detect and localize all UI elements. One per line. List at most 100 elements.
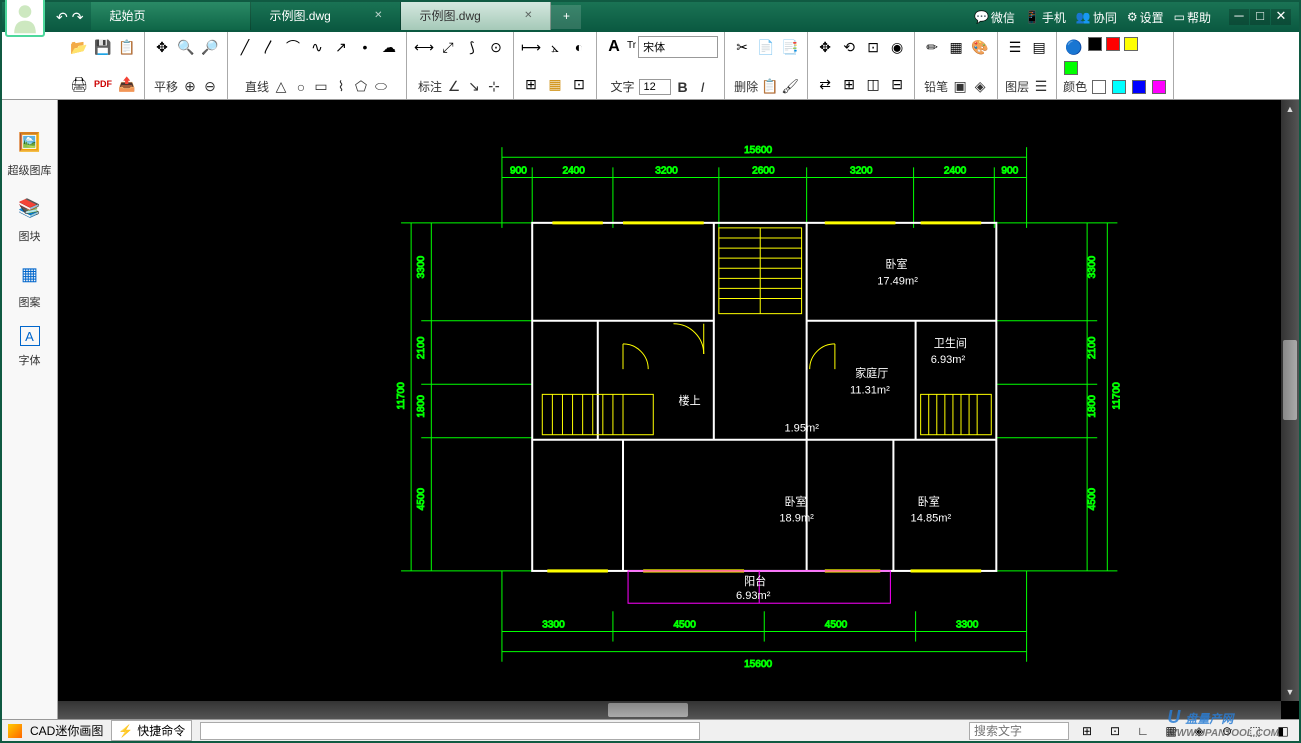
layers-icon[interactable]: ▤ [1028, 36, 1050, 58]
hscrollbar[interactable] [58, 701, 1281, 719]
maximize-button[interactable]: □ [1250, 9, 1270, 25]
stat-icon[interactable]: ⊞ [1077, 724, 1097, 738]
continue-icon[interactable]: ⊞ [520, 73, 542, 95]
zoom-out-icon[interactable]: 🔍 [175, 36, 197, 58]
wechat-link[interactable]: 💬微信 [974, 9, 1015, 26]
help-link[interactable]: ▭帮助 [1174, 9, 1211, 26]
linetype-icon[interactable]: ☰ [1033, 79, 1049, 95]
font-icon[interactable]: A [20, 326, 40, 346]
dim-leader-icon[interactable]: ↘ [466, 79, 482, 95]
swatch[interactable] [1064, 61, 1078, 75]
collab-link[interactable]: 👥协同 [1076, 9, 1117, 26]
swatch[interactable] [1112, 80, 1126, 94]
polyline2-icon[interactable]: ⌇ [333, 79, 349, 95]
dim-coord-icon[interactable]: ⊹ [486, 79, 502, 95]
minimize-button[interactable]: ─ [1229, 9, 1249, 25]
swatch[interactable] [1092, 80, 1106, 94]
mobile-link[interactable]: 📱手机 [1025, 9, 1066, 26]
swatch[interactable] [1124, 37, 1138, 51]
close-icon[interactable]: ✕ [524, 2, 532, 30]
rev-icon[interactable]: ☁ [378, 36, 400, 58]
new-tab-button[interactable]: + [551, 5, 581, 29]
tab-file-2[interactable]: 示例图.dwg✕ [401, 2, 551, 30]
pencil-icon[interactable]: ✏ [921, 36, 943, 58]
triangle-icon[interactable]: △ [273, 79, 289, 95]
zoom-area-icon[interactable]: ⊕ [182, 79, 198, 95]
settings-link[interactable]: ⚙设置 [1127, 9, 1164, 26]
swatch[interactable] [1088, 37, 1102, 51]
font-size-select[interactable] [639, 79, 671, 95]
line-icon[interactable]: ╱ [234, 36, 256, 58]
boundary-icon[interactable]: ◈ [972, 79, 988, 95]
close-icon[interactable]: ✕ [374, 2, 382, 30]
spline-icon[interactable]: ∿ [306, 36, 328, 58]
hatch-icon[interactable]: ▦ [945, 36, 967, 58]
polyline-icon[interactable]: 〳 [258, 36, 280, 58]
extend-icon[interactable]: ⊟ [886, 73, 908, 95]
ellipse-icon[interactable]: ⬭ [373, 79, 389, 95]
italic-button[interactable]: I [695, 79, 711, 95]
angle-dim-icon[interactable]: ⦛ [544, 36, 566, 58]
copy-icon[interactable]: 📑 [779, 36, 801, 58]
text-icon[interactable]: A [603, 36, 625, 58]
saveas-icon[interactable]: 📋 [116, 36, 138, 58]
dim-angle-icon[interactable]: ∠ [446, 79, 462, 95]
dot-icon[interactable]: • [354, 36, 376, 58]
pan-icon[interactable]: ✥ [151, 36, 173, 58]
close-button[interactable]: ✕ [1271, 9, 1291, 25]
pattern-icon[interactable]: ▦ [16, 260, 44, 288]
linear-dim-icon[interactable]: ⟼ [520, 36, 542, 58]
move-icon[interactable]: ✥ [814, 36, 836, 58]
export-icon[interactable]: 📤 [116, 73, 138, 95]
cut-icon[interactable]: 📄 [755, 36, 777, 58]
rect-icon[interactable]: ▭ [313, 79, 329, 95]
arc-icon[interactable]: ⌒ [282, 36, 304, 58]
ray-icon[interactable]: ↗ [330, 36, 352, 58]
layer-icon[interactable]: ☰ [1004, 36, 1026, 58]
nav-back-icon[interactable]: ↶ [56, 9, 68, 26]
quick-cmd-button[interactable]: ⚡快捷命令 [111, 720, 192, 741]
polygon-icon[interactable]: ⬠ [353, 79, 369, 95]
rotate-icon[interactable]: ⟲ [838, 36, 860, 58]
gallery-icon[interactable]: 🖼️ [16, 128, 44, 156]
circle-icon[interactable]: ○ [293, 79, 309, 95]
zoom-in-icon[interactable]: 🔎 [199, 36, 221, 58]
tab-start[interactable]: 起始页 [91, 2, 251, 30]
radius-dim-icon[interactable]: ◐ [568, 36, 590, 58]
pdf-icon[interactable]: PDF [92, 73, 114, 95]
dim-radius-icon[interactable]: ⊙ [485, 36, 507, 58]
font-name-select[interactable] [638, 36, 718, 58]
dim-arc-icon[interactable]: ⟆ [461, 36, 483, 58]
bold-button[interactable]: B [675, 79, 691, 95]
swatch[interactable] [1106, 37, 1120, 51]
mirror-icon[interactable]: ⇄ [814, 73, 836, 95]
swatch[interactable] [1132, 80, 1146, 94]
swatch[interactable] [1152, 80, 1166, 94]
blocks-icon[interactable]: 📚 [16, 194, 44, 222]
scale-icon[interactable]: ◫ [862, 73, 884, 95]
stat-icon[interactable]: ∟ [1133, 724, 1153, 738]
command-input[interactable] [200, 722, 700, 740]
trim-icon[interactable]: ◉ [886, 36, 908, 58]
region-icon[interactable]: ▣ [952, 79, 968, 95]
search-input[interactable] [969, 722, 1069, 740]
drawing-canvas[interactable]: 15600 900 2400 3200 2600 3200 2400 900 1… [58, 100, 1299, 719]
nav-fwd-icon[interactable]: ↷ [72, 9, 84, 26]
dim-linear-icon[interactable]: ⟷ [413, 36, 435, 58]
tab-file-1[interactable]: 示例图.dwg✕ [251, 2, 401, 30]
paste-icon[interactable]: 📋 [762, 79, 778, 95]
erase-icon[interactable]: ✂ [731, 36, 753, 58]
fill-icon[interactable]: 🎨 [969, 36, 991, 58]
open-icon[interactable]: 📂 [68, 36, 90, 58]
match-icon[interactable]: 🖌 [782, 79, 798, 95]
vscrollbar[interactable]: ▲▼ [1281, 100, 1299, 701]
user-avatar[interactable] [5, 0, 45, 37]
colorwheel-icon[interactable]: 🔵 [1063, 36, 1085, 58]
save-icon[interactable]: 💾 [92, 36, 114, 58]
stat-icon[interactable]: ⊡ [1105, 724, 1125, 738]
print-icon[interactable]: 🖨 [68, 73, 90, 95]
dim-aligned-icon[interactable]: ⤢ [437, 36, 459, 58]
tolerance-icon[interactable]: ⊡ [568, 73, 590, 95]
array-icon[interactable]: ⊞ [838, 73, 860, 95]
baseline-icon[interactable]: ▦ [544, 73, 566, 95]
